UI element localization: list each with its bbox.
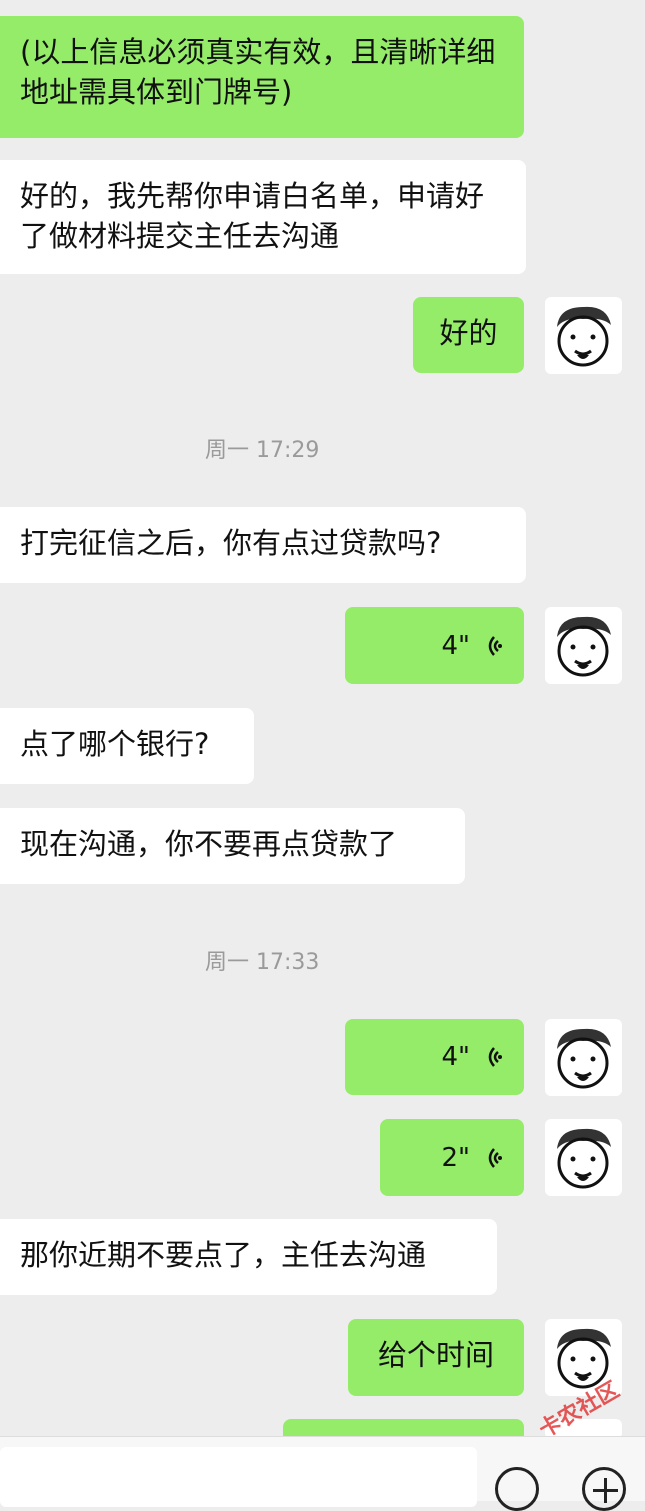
emoji-icon[interactable] <box>495 1467 539 1511</box>
message-bubble-outgoing[interactable]: 给个时间 <box>348 1319 524 1396</box>
message-bubble-outgoing[interactable]: 好的 <box>413 297 524 373</box>
voice-message-bubble[interactable]: 2" <box>380 1119 524 1196</box>
avatar[interactable] <box>545 1119 622 1196</box>
voice-duration: 4" <box>441 1042 470 1072</box>
voice-message-bubble[interactable]: 4" <box>345 607 524 684</box>
timestamp: 周一 17:29 <box>205 438 320 463</box>
voice-duration: 2" <box>441 1142 470 1173</box>
chat-area: (以上信息必须真实有效，且清晰详细地址需具体到门牌号) 好的，我先帮你申请白名单… <box>0 0 645 1436</box>
message-bubble-incoming[interactable]: 好的，我先帮你申请白名单，申请好了做材料提交主任去沟通 <box>0 160 526 274</box>
message-bubble-incoming[interactable]: 点了哪个银行? <box>0 708 254 784</box>
avatar-face-icon <box>557 306 611 367</box>
voice-wave-icon <box>488 635 502 656</box>
avatar[interactable] <box>545 1019 622 1096</box>
avatar-face-icon <box>557 1128 611 1189</box>
input-toolbar <box>0 1436 645 1511</box>
message-bubble-outgoing[interactable] <box>283 1419 524 1436</box>
message-bubble-incoming[interactable]: 那你近期不要点了，主任去沟通 <box>0 1219 497 1295</box>
message-bubble-incoming[interactable]: 现在沟通，你不要再点贷款了 <box>0 808 465 884</box>
message-bubble-outgoing[interactable]: (以上信息必须真实有效，且清晰详细地址需具体到门牌号) <box>0 16 524 138</box>
message-input[interactable] <box>0 1447 477 1507</box>
voice-message-bubble[interactable]: 4" <box>345 1019 524 1095</box>
avatar-face-icon <box>557 616 611 677</box>
avatar[interactable] <box>545 297 622 374</box>
plus-icon[interactable] <box>582 1467 626 1511</box>
voice-duration: 4" <box>441 630 470 661</box>
timestamp: 周一 17:33 <box>205 950 320 975</box>
voice-wave-icon <box>488 1047 502 1067</box>
avatar[interactable] <box>545 607 622 684</box>
message-bubble-incoming[interactable]: 打完征信之后，你有点过贷款吗? <box>0 507 526 583</box>
avatar-face-icon <box>557 1028 611 1089</box>
voice-wave-icon <box>488 1147 502 1168</box>
